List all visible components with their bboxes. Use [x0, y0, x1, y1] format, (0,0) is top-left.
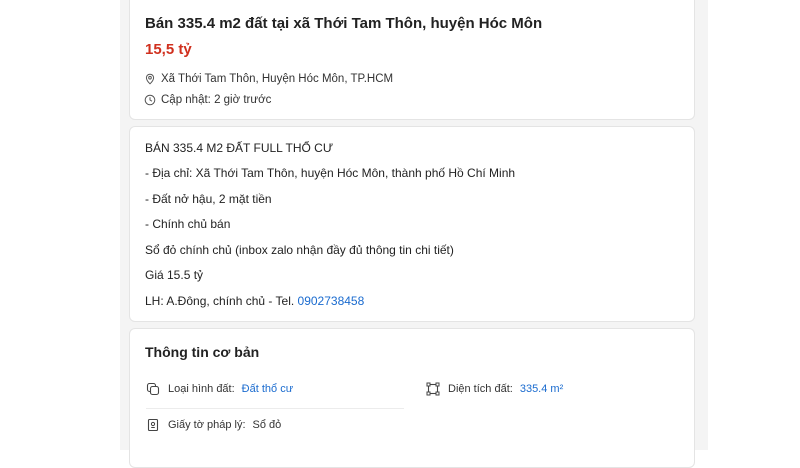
area-attribute: Diện tích đất: 335.4 m²	[426, 382, 563, 396]
description-line: BÁN 335.4 M2 ĐẤT FULL THỔ CƯ	[145, 141, 334, 155]
phone-link[interactable]: 0902738458	[298, 294, 365, 308]
clock-icon	[144, 94, 156, 106]
land-type-attribute: Loại hình đất: Đất thổ cư	[146, 382, 293, 396]
basic-info-card: Thông tin cơ bản Loại hình đất: Đất thổ …	[129, 328, 695, 468]
listing-title: Bán 335.4 m2 đất tại xã Thới Tam Thôn, h…	[145, 15, 543, 32]
description-line: Giá 15.5 tỷ	[145, 268, 204, 282]
description-card: BÁN 335.4 M2 ĐẤT FULL THỔ CƯ - Địa chỉ: …	[129, 126, 695, 322]
listing-header-card: Bán 335.4 m2 đất tại xã Thới Tam Thôn, h…	[129, 0, 695, 120]
contact-line: LH: A.Đông, chính chủ - Tel. 0902738458	[145, 294, 364, 308]
updated-row: Cập nhật: 2 giờ trước	[144, 94, 271, 106]
area-label: Diện tích đất:	[448, 383, 513, 395]
document-icon	[147, 418, 159, 432]
basic-info-title: Thông tin cơ bản	[145, 344, 260, 360]
description-line: - Địa chỉ: Xã Thới Tam Thôn, huyện Hóc M…	[145, 166, 516, 180]
legal-label: Giấy tờ pháp lý:	[168, 419, 246, 431]
location-row: Xã Thới Tam Thôn, Huyện Hóc Môn, TP.HCM	[144, 73, 393, 85]
land-type-label: Loại hình đất:	[168, 383, 235, 395]
contact-text: LH: A.Đông, chính chủ - Tel.	[145, 294, 298, 308]
legal-value: Sổ đỏ	[252, 419, 282, 431]
description-line: - Chính chủ bán	[145, 217, 231, 231]
description-line: Sổ đỏ chính chủ (inbox zalo nhận đầy đủ …	[145, 243, 454, 257]
area-icon	[426, 382, 440, 396]
location-pin-icon	[145, 73, 155, 85]
land-type-value[interactable]: Đất thổ cư	[242, 383, 293, 395]
description-line: - Đất nở hậu, 2 mặt tiền	[145, 192, 272, 206]
area-value: 335.4 m²	[519, 383, 564, 395]
legal-attribute: Giấy tờ pháp lý: Sổ đỏ	[146, 418, 281, 432]
location-text: Xã Thới Tam Thôn, Huyện Hóc Môn, TP.HCM	[161, 73, 394, 85]
listing-price: 15,5 tỷ	[145, 41, 192, 58]
page: Bán 335.4 m2 đất tại xã Thới Tam Thôn, h…	[0, 0, 800, 468]
land-type-icon	[146, 382, 160, 396]
attribute-divider	[146, 408, 404, 409]
updated-text: Cập nhật: 2 giờ trước	[161, 94, 272, 106]
